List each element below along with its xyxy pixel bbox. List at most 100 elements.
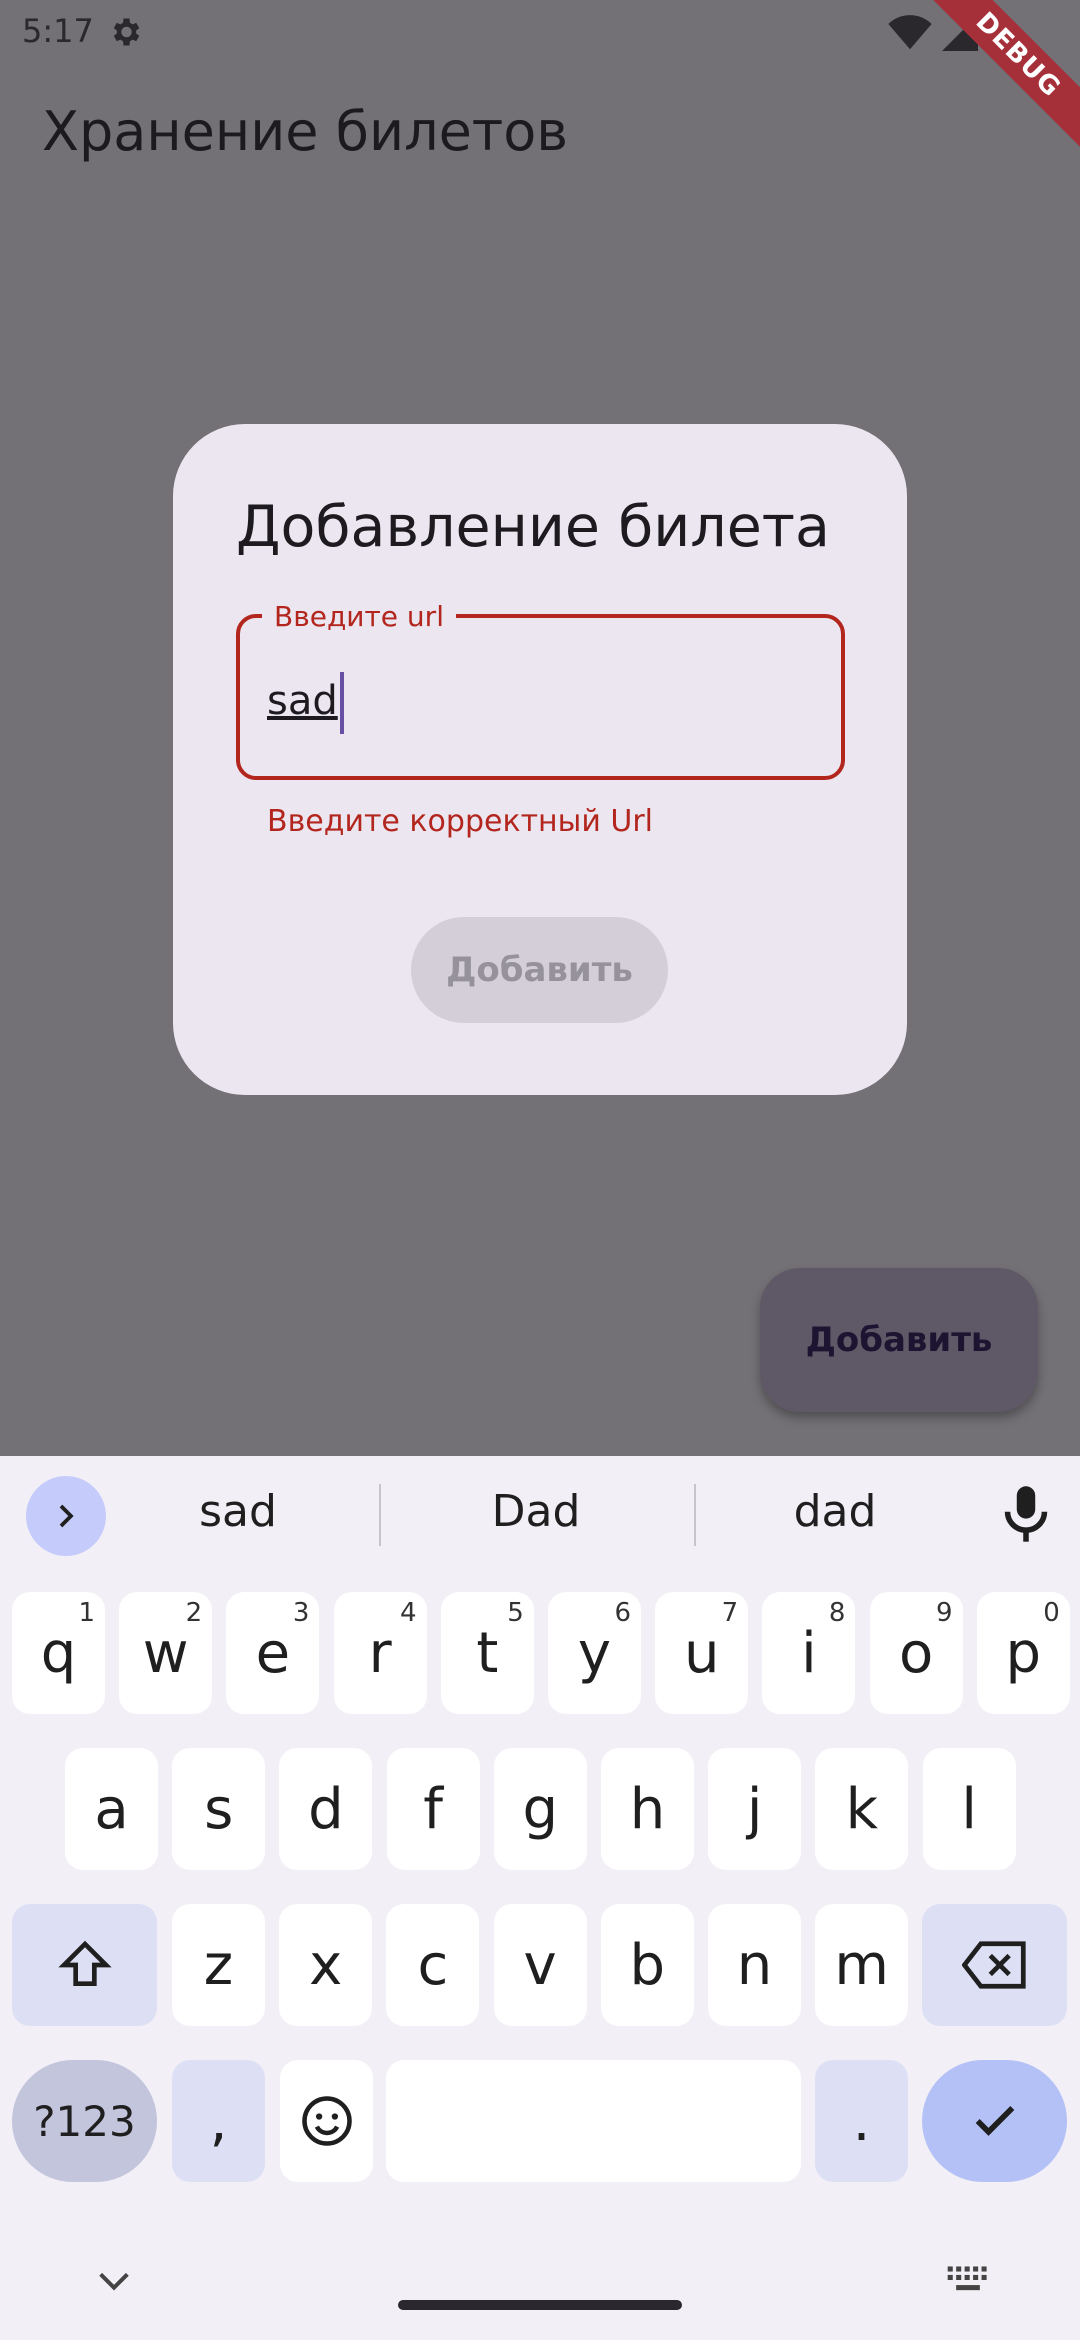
key-hint: 2 bbox=[185, 1598, 203, 1628]
key-q[interactable]: q1 bbox=[12, 1592, 105, 1714]
symbols-key[interactable]: ?123 bbox=[12, 2060, 157, 2182]
add-ticket-dialog: Добавление билета Введите url sad Введит… bbox=[173, 424, 907, 1095]
hide-keyboard-chevron-icon[interactable] bbox=[94, 2266, 134, 2296]
key-label: a bbox=[94, 1776, 129, 1842]
key-label: e bbox=[255, 1620, 291, 1686]
key-s[interactable]: s bbox=[172, 1748, 266, 1870]
enter-key[interactable] bbox=[922, 2060, 1067, 2182]
key-m[interactable]: m bbox=[815, 1904, 909, 2026]
backspace-key[interactable] bbox=[922, 1904, 1067, 2026]
key-d[interactable]: d bbox=[279, 1748, 373, 1870]
microphone-icon[interactable] bbox=[998, 1484, 1054, 1544]
home-indicator[interactable] bbox=[398, 2300, 682, 2310]
key-label: d bbox=[308, 1776, 344, 1842]
suggestion-3[interactable]: dad bbox=[705, 1486, 965, 1537]
key-c[interactable]: c bbox=[386, 1904, 480, 2026]
comma-key[interactable]: , bbox=[172, 2060, 265, 2182]
key-b[interactable]: b bbox=[600, 1904, 694, 2026]
key-label: n bbox=[736, 1932, 773, 1998]
dialog-add-button[interactable]: Добавить bbox=[411, 917, 668, 1023]
key-hint: 9 bbox=[936, 1598, 953, 1628]
key-p[interactable]: p0 bbox=[976, 1592, 1070, 1714]
url-field-label: Введите url bbox=[262, 600, 456, 633]
key-x[interactable]: x bbox=[279, 1904, 373, 2026]
key-y[interactable]: y6 bbox=[548, 1592, 641, 1714]
key-j[interactable]: j bbox=[708, 1748, 802, 1870]
key-label: r bbox=[368, 1620, 392, 1686]
suggestion-bar: sad Dad dad bbox=[0, 1456, 1080, 1576]
status-bar: 5:17 bbox=[0, 0, 1080, 64]
wifi-icon bbox=[888, 15, 932, 50]
keyboard-switch-icon[interactable] bbox=[946, 2264, 990, 2296]
key-label: t bbox=[476, 1620, 499, 1686]
key-i[interactable]: i8 bbox=[762, 1592, 856, 1714]
key-hint: 5 bbox=[507, 1598, 524, 1628]
key-r[interactable]: r4 bbox=[333, 1592, 427, 1714]
key-o[interactable]: o9 bbox=[869, 1592, 963, 1714]
app-bar-title: Хранение билетов bbox=[42, 100, 569, 163]
emoji-icon bbox=[301, 2096, 352, 2146]
key-hint: 8 bbox=[828, 1598, 846, 1628]
key-label: q bbox=[40, 1620, 77, 1686]
key-hint: 1 bbox=[78, 1598, 95, 1628]
key-label: x bbox=[309, 1932, 343, 1998]
suggestion-2[interactable]: Dad bbox=[406, 1486, 666, 1537]
key-g[interactable]: g bbox=[493, 1748, 587, 1870]
expand-toolbar-button[interactable] bbox=[26, 1476, 106, 1556]
key-hint: 7 bbox=[721, 1598, 739, 1628]
key-v[interactable]: v bbox=[493, 1904, 587, 2026]
key-label: p bbox=[1005, 1620, 1042, 1686]
key-n[interactable]: n bbox=[708, 1904, 801, 2026]
key-label: m bbox=[834, 1932, 889, 1998]
key-z[interactable]: z bbox=[172, 1904, 265, 2026]
period-key[interactable]: . bbox=[815, 2060, 908, 2182]
debug-label: DEBUG bbox=[930, 0, 1080, 148]
emoji-key[interactable] bbox=[280, 2060, 373, 2182]
key-label: h bbox=[629, 1776, 666, 1842]
checkmark-icon bbox=[975, 2106, 1014, 2136]
space-key[interactable] bbox=[386, 2060, 801, 2182]
key-label: w bbox=[142, 1620, 189, 1686]
key-label: b bbox=[629, 1932, 666, 1998]
text-cursor bbox=[339, 672, 344, 734]
key-h[interactable]: h bbox=[601, 1748, 694, 1870]
soft-keyboard: sad Dad dad ?123 , . q1w2e3r4t5y6u7i8o9p… bbox=[0, 1456, 1080, 2340]
suggestion-1[interactable]: sad bbox=[108, 1486, 368, 1537]
backspace-icon bbox=[961, 1941, 1026, 1989]
url-input-value[interactable]: sad bbox=[267, 672, 344, 734]
key-w[interactable]: w2 bbox=[119, 1592, 213, 1714]
shift-key[interactable] bbox=[12, 1904, 157, 2026]
key-f[interactable]: f bbox=[386, 1748, 480, 1870]
key-label: v bbox=[523, 1932, 557, 1998]
key-label: c bbox=[417, 1932, 449, 1998]
add-fab-button[interactable]: Добавить bbox=[760, 1268, 1038, 1412]
key-e[interactable]: e3 bbox=[226, 1592, 320, 1714]
key-label: f bbox=[423, 1776, 443, 1842]
key-label: l bbox=[961, 1776, 977, 1842]
settings-icon bbox=[113, 18, 140, 46]
key-u[interactable]: u7 bbox=[655, 1592, 749, 1714]
suggestion-divider bbox=[379, 1484, 381, 1546]
key-label: o bbox=[898, 1620, 934, 1686]
debug-banner: DEBUG bbox=[930, 0, 1080, 150]
key-k[interactable]: k bbox=[815, 1748, 909, 1870]
key-hint: 3 bbox=[292, 1598, 310, 1628]
key-label: u bbox=[683, 1620, 720, 1686]
key-label: z bbox=[203, 1932, 234, 1998]
chevron-right-icon bbox=[59, 1504, 74, 1528]
key-t[interactable]: t5 bbox=[440, 1592, 534, 1714]
key-a[interactable]: a bbox=[65, 1748, 158, 1870]
dialog-title: Добавление билета bbox=[236, 494, 830, 560]
key-label: k bbox=[845, 1776, 879, 1842]
key-label: y bbox=[577, 1620, 612, 1686]
shift-icon bbox=[57, 1940, 112, 1986]
key-label: s bbox=[204, 1776, 234, 1842]
key-hint: 4 bbox=[400, 1598, 417, 1628]
key-label: i bbox=[801, 1620, 817, 1686]
url-input-field[interactable]: Введите url sad bbox=[236, 600, 845, 780]
key-l[interactable]: l bbox=[922, 1748, 1016, 1870]
key-label: g bbox=[522, 1776, 559, 1842]
key-label: j bbox=[746, 1776, 763, 1842]
key-hint: 6 bbox=[614, 1598, 631, 1628]
url-error-text: Введите корректный Url bbox=[267, 804, 654, 839]
